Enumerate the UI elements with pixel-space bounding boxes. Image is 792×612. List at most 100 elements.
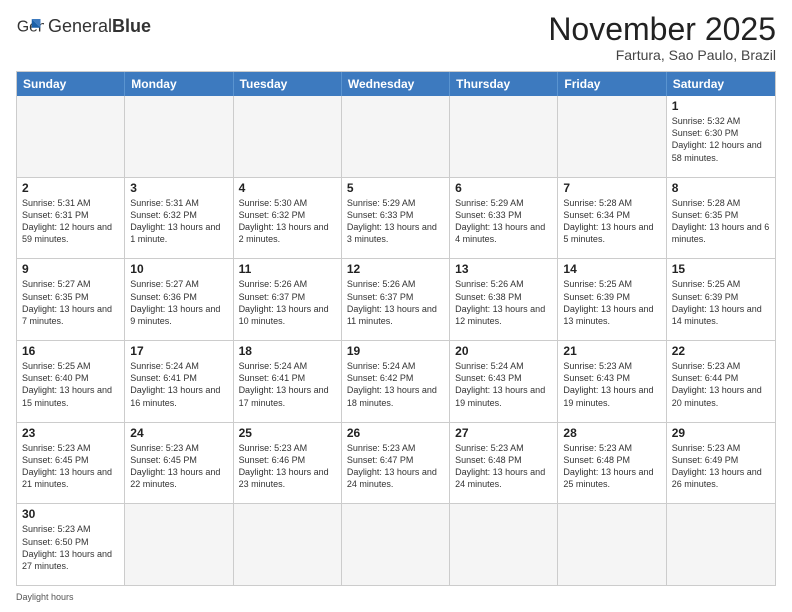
cell-info: Sunrise: 5:23 AM Sunset: 6:44 PM Dayligh…	[672, 360, 770, 409]
cal-cell	[234, 96, 342, 177]
cal-cell: 14 Sunrise: 5:25 AM Sunset: 6:39 PM Dayli…	[558, 259, 666, 340]
cal-cell	[558, 96, 666, 177]
cal-week-row: 30 Sunrise: 5:23 AM Sunset: 6:50 PM Dayli…	[17, 503, 775, 585]
day-number: 25	[239, 426, 336, 440]
cal-header-day: Sunday	[17, 72, 125, 96]
cell-info: Sunrise: 5:29 AM Sunset: 6:33 PM Dayligh…	[455, 197, 552, 246]
day-number: 29	[672, 426, 770, 440]
cal-header-day: Monday	[125, 72, 233, 96]
cal-cell: 7 Sunrise: 5:28 AM Sunset: 6:34 PM Daylig…	[558, 178, 666, 259]
cell-info: Sunrise: 5:30 AM Sunset: 6:32 PM Dayligh…	[239, 197, 336, 246]
cell-info: Sunrise: 5:26 AM Sunset: 6:38 PM Dayligh…	[455, 278, 552, 327]
cal-cell: 26Sunrise: 5:23 AM Sunset: 6:47 PM Dayli…	[342, 423, 450, 504]
cal-week-row: 2Sunrise: 5:31 AM Sunset: 6:31 PM Daylig…	[17, 177, 775, 259]
cal-cell	[17, 96, 125, 177]
cal-cell: 23 Sunrise: 5:23 AM Sunset: 6:45 PM Dayli…	[17, 423, 125, 504]
cal-cell: 17 Sunrise: 5:24 AM Sunset: 6:41 PM Dayli…	[125, 341, 233, 422]
cell-info: Sunrise: 5:23 AM Sunset: 6:50 PM Dayligh…	[22, 523, 119, 572]
cell-info: Sunrise: 5:25 AM Sunset: 6:39 PM Dayligh…	[672, 278, 770, 327]
cal-cell: 21 Sunrise: 5:23 AM Sunset: 6:43 PM Dayli…	[558, 341, 666, 422]
cal-cell: 16 Sunrise: 5:25 AM Sunset: 6:40 PM Dayli…	[17, 341, 125, 422]
cal-cell: 18 Sunrise: 5:24 AM Sunset: 6:41 PM Dayli…	[234, 341, 342, 422]
cal-cell: 20Sunrise: 5:24 AM Sunset: 6:43 PM Dayli…	[450, 341, 558, 422]
calendar: SundayMondayTuesdayWednesdayThursdayFrid…	[16, 71, 776, 586]
day-number: 21	[563, 344, 660, 358]
cal-cell: 22Sunrise: 5:23 AM Sunset: 6:44 PM Dayli…	[667, 341, 775, 422]
cal-cell	[342, 504, 450, 585]
cell-info: Sunrise: 5:25 AM Sunset: 6:40 PM Dayligh…	[22, 360, 119, 409]
day-number: 24	[130, 426, 227, 440]
cell-info: Sunrise: 5:32 AM Sunset: 6:30 PM Dayligh…	[672, 115, 770, 164]
cell-info: Sunrise: 5:23 AM Sunset: 6:48 PM Dayligh…	[563, 442, 660, 491]
cell-info: Sunrise: 5:26 AM Sunset: 6:37 PM Dayligh…	[239, 278, 336, 327]
day-number: 14	[563, 262, 660, 276]
day-number: 3	[130, 181, 227, 195]
day-number: 16	[22, 344, 119, 358]
cell-info: Sunrise: 5:23 AM Sunset: 6:46 PM Dayligh…	[239, 442, 336, 491]
cal-cell	[125, 96, 233, 177]
cell-info: Sunrise: 5:23 AM Sunset: 6:48 PM Dayligh…	[455, 442, 552, 491]
cal-cell: 12 Sunrise: 5:26 AM Sunset: 6:37 PM Dayli…	[342, 259, 450, 340]
cal-cell	[125, 504, 233, 585]
calendar-body: 1 Sunrise: 5:32 AM Sunset: 6:30 PM Daylig…	[17, 96, 775, 585]
cal-cell: 27Sunrise: 5:23 AM Sunset: 6:48 PM Dayli…	[450, 423, 558, 504]
day-number: 17	[130, 344, 227, 358]
cal-cell	[450, 504, 558, 585]
day-number: 5	[347, 181, 444, 195]
cell-info: Sunrise: 5:25 AM Sunset: 6:39 PM Dayligh…	[563, 278, 660, 327]
cal-cell: 29Sunrise: 5:23 AM Sunset: 6:49 PM Dayli…	[667, 423, 775, 504]
cell-info: Sunrise: 5:24 AM Sunset: 6:41 PM Dayligh…	[239, 360, 336, 409]
cal-cell: 2Sunrise: 5:31 AM Sunset: 6:31 PM Daylig…	[17, 178, 125, 259]
cell-info: Sunrise: 5:24 AM Sunset: 6:42 PM Dayligh…	[347, 360, 444, 409]
day-number: 10	[130, 262, 227, 276]
day-number: 7	[563, 181, 660, 195]
cal-cell: 1 Sunrise: 5:32 AM Sunset: 6:30 PM Daylig…	[667, 96, 775, 177]
day-number: 13	[455, 262, 552, 276]
cell-info: Sunrise: 5:24 AM Sunset: 6:41 PM Dayligh…	[130, 360, 227, 409]
cal-cell: 24Sunrise: 5:23 AM Sunset: 6:45 PM Dayli…	[125, 423, 233, 504]
cell-info: Sunrise: 5:23 AM Sunset: 6:47 PM Dayligh…	[347, 442, 444, 491]
day-number: 1	[672, 99, 770, 113]
cal-cell: 3 Sunrise: 5:31 AM Sunset: 6:32 PM Daylig…	[125, 178, 233, 259]
day-number: 11	[239, 262, 336, 276]
day-number: 2	[22, 181, 119, 195]
cell-info: Sunrise: 5:27 AM Sunset: 6:35 PM Dayligh…	[22, 278, 119, 327]
cell-info: Sunrise: 5:28 AM Sunset: 6:34 PM Dayligh…	[563, 197, 660, 246]
cal-cell	[558, 504, 666, 585]
month-title: November 2025	[548, 12, 776, 47]
title-block: November 2025 Fartura, Sao Paulo, Brazil	[548, 12, 776, 63]
cal-header-day: Friday	[558, 72, 666, 96]
cal-header-day: Thursday	[450, 72, 558, 96]
day-number: 23	[22, 426, 119, 440]
cell-info: Sunrise: 5:26 AM Sunset: 6:37 PM Dayligh…	[347, 278, 444, 327]
logo-icon: Gen	[16, 12, 44, 40]
cal-cell	[234, 504, 342, 585]
cal-cell: 5 Sunrise: 5:29 AM Sunset: 6:33 PM Daylig…	[342, 178, 450, 259]
cal-week-row: 9 Sunrise: 5:27 AM Sunset: 6:35 PM Daylig…	[17, 258, 775, 340]
day-number: 12	[347, 262, 444, 276]
day-number: 15	[672, 262, 770, 276]
day-number: 18	[239, 344, 336, 358]
cal-cell: 19 Sunrise: 5:24 AM Sunset: 6:42 PM Dayli…	[342, 341, 450, 422]
cal-cell	[667, 504, 775, 585]
day-number: 19	[347, 344, 444, 358]
cell-info: Sunrise: 5:31 AM Sunset: 6:32 PM Dayligh…	[130, 197, 227, 246]
cal-week-row: 1 Sunrise: 5:32 AM Sunset: 6:30 PM Daylig…	[17, 96, 775, 177]
cal-cell: 25 Sunrise: 5:23 AM Sunset: 6:46 PM Dayli…	[234, 423, 342, 504]
day-number: 9	[22, 262, 119, 276]
cell-info: Sunrise: 5:29 AM Sunset: 6:33 PM Dayligh…	[347, 197, 444, 246]
cell-info: Sunrise: 5:27 AM Sunset: 6:36 PM Dayligh…	[130, 278, 227, 327]
day-number: 4	[239, 181, 336, 195]
day-number: 30	[22, 507, 119, 521]
logo: Gen GeneralBlue	[16, 12, 151, 40]
cell-info: Sunrise: 5:23 AM Sunset: 6:45 PM Dayligh…	[22, 442, 119, 491]
cal-cell: 13 Sunrise: 5:26 AM Sunset: 6:38 PM Dayli…	[450, 259, 558, 340]
cal-cell	[342, 96, 450, 177]
page-header: Gen GeneralBlue November 2025 Fartura, S…	[16, 12, 776, 63]
cell-info: Sunrise: 5:23 AM Sunset: 6:43 PM Dayligh…	[563, 360, 660, 409]
cal-week-row: 23 Sunrise: 5:23 AM Sunset: 6:45 PM Dayli…	[17, 422, 775, 504]
cal-cell: 28Sunrise: 5:23 AM Sunset: 6:48 PM Dayli…	[558, 423, 666, 504]
day-number: 6	[455, 181, 552, 195]
calendar-header: SundayMondayTuesdayWednesdayThursdayFrid…	[17, 72, 775, 96]
location: Fartura, Sao Paulo, Brazil	[548, 47, 776, 63]
